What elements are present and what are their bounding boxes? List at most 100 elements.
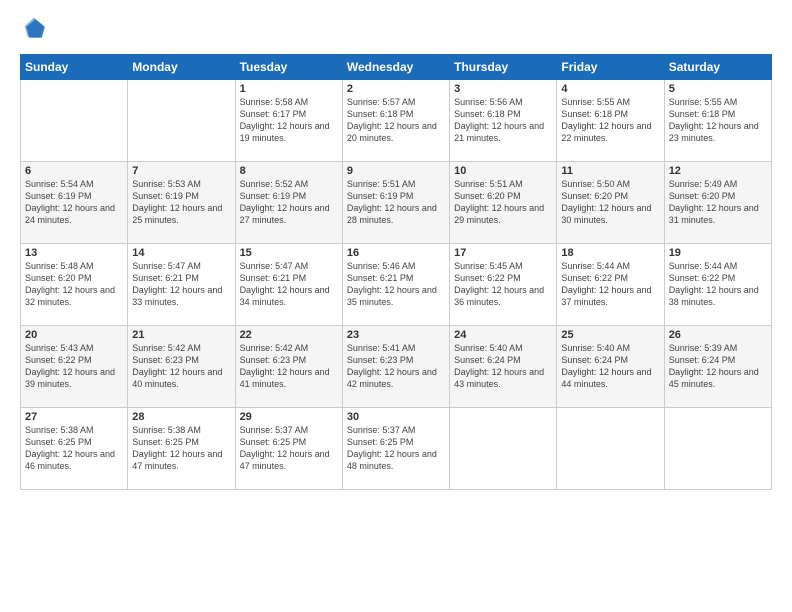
calendar-cell: 21Sunrise: 5:42 AMSunset: 6:23 PMDayligh… bbox=[128, 326, 235, 408]
calendar-cell: 25Sunrise: 5:40 AMSunset: 6:24 PMDayligh… bbox=[557, 326, 664, 408]
day-info: Sunrise: 5:52 AMSunset: 6:19 PMDaylight:… bbox=[240, 178, 338, 227]
day-number: 11 bbox=[561, 165, 659, 177]
day-info: Sunrise: 5:41 AMSunset: 6:23 PMDaylight:… bbox=[347, 342, 445, 391]
calendar-table: SundayMondayTuesdayWednesdayThursdayFrid… bbox=[20, 54, 772, 490]
calendar-cell: 11Sunrise: 5:50 AMSunset: 6:20 PMDayligh… bbox=[557, 162, 664, 244]
calendar-cell: 27Sunrise: 5:38 AMSunset: 6:25 PMDayligh… bbox=[21, 408, 128, 490]
calendar-cell: 1Sunrise: 5:58 AMSunset: 6:17 PMDaylight… bbox=[235, 80, 342, 162]
day-number: 16 bbox=[347, 247, 445, 259]
day-info: Sunrise: 5:39 AMSunset: 6:24 PMDaylight:… bbox=[669, 342, 767, 391]
day-info: Sunrise: 5:50 AMSunset: 6:20 PMDaylight:… bbox=[561, 178, 659, 227]
calendar-cell bbox=[128, 80, 235, 162]
day-number: 24 bbox=[454, 329, 552, 341]
calendar-cell: 16Sunrise: 5:46 AMSunset: 6:21 PMDayligh… bbox=[342, 244, 449, 326]
weekday-header-tuesday: Tuesday bbox=[235, 55, 342, 80]
day-info: Sunrise: 5:44 AMSunset: 6:22 PMDaylight:… bbox=[669, 260, 767, 309]
calendar-cell: 8Sunrise: 5:52 AMSunset: 6:19 PMDaylight… bbox=[235, 162, 342, 244]
calendar-cell bbox=[450, 408, 557, 490]
day-number: 2 bbox=[347, 83, 445, 95]
day-info: Sunrise: 5:54 AMSunset: 6:19 PMDaylight:… bbox=[25, 178, 123, 227]
calendar-cell: 26Sunrise: 5:39 AMSunset: 6:24 PMDayligh… bbox=[664, 326, 771, 408]
calendar-cell: 9Sunrise: 5:51 AMSunset: 6:19 PMDaylight… bbox=[342, 162, 449, 244]
day-number: 21 bbox=[132, 329, 230, 341]
calendar-cell: 15Sunrise: 5:47 AMSunset: 6:21 PMDayligh… bbox=[235, 244, 342, 326]
day-info: Sunrise: 5:38 AMSunset: 6:25 PMDaylight:… bbox=[25, 424, 123, 473]
day-info: Sunrise: 5:58 AMSunset: 6:17 PMDaylight:… bbox=[240, 96, 338, 145]
calendar-week-row: 1Sunrise: 5:58 AMSunset: 6:17 PMDaylight… bbox=[21, 80, 772, 162]
day-info: Sunrise: 5:37 AMSunset: 6:25 PMDaylight:… bbox=[240, 424, 338, 473]
calendar-cell bbox=[21, 80, 128, 162]
day-number: 28 bbox=[132, 411, 230, 423]
weekday-header-row: SundayMondayTuesdayWednesdayThursdayFrid… bbox=[21, 55, 772, 80]
day-number: 13 bbox=[25, 247, 123, 259]
logo-icon bbox=[20, 16, 48, 44]
day-number: 10 bbox=[454, 165, 552, 177]
calendar-cell: 24Sunrise: 5:40 AMSunset: 6:24 PMDayligh… bbox=[450, 326, 557, 408]
day-info: Sunrise: 5:55 AMSunset: 6:18 PMDaylight:… bbox=[669, 96, 767, 145]
calendar-cell: 14Sunrise: 5:47 AMSunset: 6:21 PMDayligh… bbox=[128, 244, 235, 326]
day-number: 27 bbox=[25, 411, 123, 423]
header bbox=[20, 16, 772, 44]
day-info: Sunrise: 5:38 AMSunset: 6:25 PMDaylight:… bbox=[132, 424, 230, 473]
day-number: 17 bbox=[454, 247, 552, 259]
day-info: Sunrise: 5:47 AMSunset: 6:21 PMDaylight:… bbox=[240, 260, 338, 309]
logo bbox=[20, 16, 52, 44]
day-number: 3 bbox=[454, 83, 552, 95]
day-number: 4 bbox=[561, 83, 659, 95]
day-number: 9 bbox=[347, 165, 445, 177]
calendar-cell: 23Sunrise: 5:41 AMSunset: 6:23 PMDayligh… bbox=[342, 326, 449, 408]
day-number: 15 bbox=[240, 247, 338, 259]
day-number: 8 bbox=[240, 165, 338, 177]
page: SundayMondayTuesdayWednesdayThursdayFrid… bbox=[0, 0, 792, 612]
calendar-cell: 20Sunrise: 5:43 AMSunset: 6:22 PMDayligh… bbox=[21, 326, 128, 408]
day-info: Sunrise: 5:47 AMSunset: 6:21 PMDaylight:… bbox=[132, 260, 230, 309]
calendar-cell: 3Sunrise: 5:56 AMSunset: 6:18 PMDaylight… bbox=[450, 80, 557, 162]
day-info: Sunrise: 5:44 AMSunset: 6:22 PMDaylight:… bbox=[561, 260, 659, 309]
day-number: 22 bbox=[240, 329, 338, 341]
day-info: Sunrise: 5:53 AMSunset: 6:19 PMDaylight:… bbox=[132, 178, 230, 227]
day-number: 18 bbox=[561, 247, 659, 259]
day-number: 5 bbox=[669, 83, 767, 95]
weekday-header-saturday: Saturday bbox=[664, 55, 771, 80]
day-info: Sunrise: 5:37 AMSunset: 6:25 PMDaylight:… bbox=[347, 424, 445, 473]
day-info: Sunrise: 5:40 AMSunset: 6:24 PMDaylight:… bbox=[454, 342, 552, 391]
calendar-cell: 18Sunrise: 5:44 AMSunset: 6:22 PMDayligh… bbox=[557, 244, 664, 326]
calendar-cell: 22Sunrise: 5:42 AMSunset: 6:23 PMDayligh… bbox=[235, 326, 342, 408]
calendar-cell bbox=[557, 408, 664, 490]
day-info: Sunrise: 5:51 AMSunset: 6:20 PMDaylight:… bbox=[454, 178, 552, 227]
day-info: Sunrise: 5:49 AMSunset: 6:20 PMDaylight:… bbox=[669, 178, 767, 227]
day-info: Sunrise: 5:56 AMSunset: 6:18 PMDaylight:… bbox=[454, 96, 552, 145]
day-info: Sunrise: 5:51 AMSunset: 6:19 PMDaylight:… bbox=[347, 178, 445, 227]
calendar-cell: 2Sunrise: 5:57 AMSunset: 6:18 PMDaylight… bbox=[342, 80, 449, 162]
day-number: 7 bbox=[132, 165, 230, 177]
day-number: 14 bbox=[132, 247, 230, 259]
day-number: 23 bbox=[347, 329, 445, 341]
calendar-cell: 6Sunrise: 5:54 AMSunset: 6:19 PMDaylight… bbox=[21, 162, 128, 244]
calendar-cell: 29Sunrise: 5:37 AMSunset: 6:25 PMDayligh… bbox=[235, 408, 342, 490]
day-number: 25 bbox=[561, 329, 659, 341]
weekday-header-wednesday: Wednesday bbox=[342, 55, 449, 80]
day-info: Sunrise: 5:48 AMSunset: 6:20 PMDaylight:… bbox=[25, 260, 123, 309]
calendar-cell: 5Sunrise: 5:55 AMSunset: 6:18 PMDaylight… bbox=[664, 80, 771, 162]
day-number: 6 bbox=[25, 165, 123, 177]
calendar-cell: 17Sunrise: 5:45 AMSunset: 6:22 PMDayligh… bbox=[450, 244, 557, 326]
day-number: 12 bbox=[669, 165, 767, 177]
calendar-cell: 30Sunrise: 5:37 AMSunset: 6:25 PMDayligh… bbox=[342, 408, 449, 490]
calendar-cell: 19Sunrise: 5:44 AMSunset: 6:22 PMDayligh… bbox=[664, 244, 771, 326]
calendar-week-row: 20Sunrise: 5:43 AMSunset: 6:22 PMDayligh… bbox=[21, 326, 772, 408]
day-info: Sunrise: 5:45 AMSunset: 6:22 PMDaylight:… bbox=[454, 260, 552, 309]
day-info: Sunrise: 5:40 AMSunset: 6:24 PMDaylight:… bbox=[561, 342, 659, 391]
weekday-header-friday: Friday bbox=[557, 55, 664, 80]
day-number: 20 bbox=[25, 329, 123, 341]
weekday-header-thursday: Thursday bbox=[450, 55, 557, 80]
day-info: Sunrise: 5:57 AMSunset: 6:18 PMDaylight:… bbox=[347, 96, 445, 145]
calendar-cell: 7Sunrise: 5:53 AMSunset: 6:19 PMDaylight… bbox=[128, 162, 235, 244]
calendar-cell: 12Sunrise: 5:49 AMSunset: 6:20 PMDayligh… bbox=[664, 162, 771, 244]
weekday-header-sunday: Sunday bbox=[21, 55, 128, 80]
day-number: 29 bbox=[240, 411, 338, 423]
calendar-week-row: 13Sunrise: 5:48 AMSunset: 6:20 PMDayligh… bbox=[21, 244, 772, 326]
calendar-cell: 28Sunrise: 5:38 AMSunset: 6:25 PMDayligh… bbox=[128, 408, 235, 490]
day-info: Sunrise: 5:42 AMSunset: 6:23 PMDaylight:… bbox=[240, 342, 338, 391]
day-number: 1 bbox=[240, 83, 338, 95]
day-number: 26 bbox=[669, 329, 767, 341]
